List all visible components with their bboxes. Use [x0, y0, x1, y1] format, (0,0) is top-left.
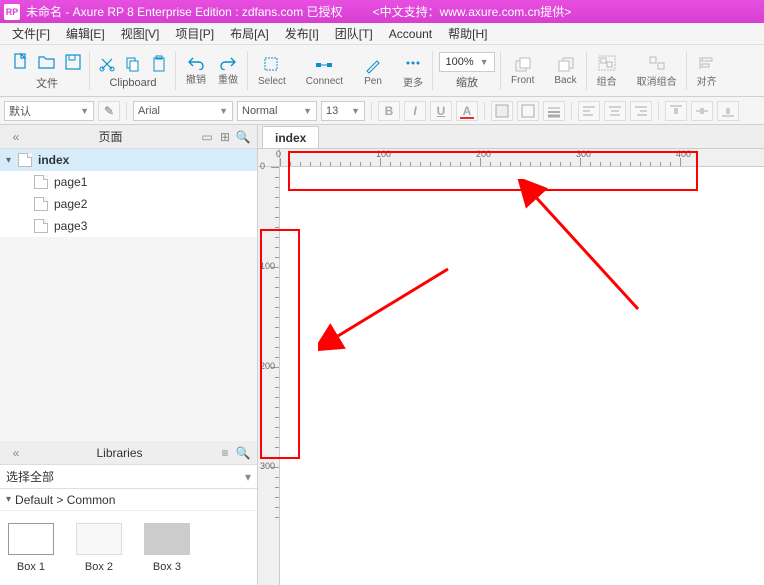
border-button[interactable] — [517, 101, 539, 121]
tree-chevron-icon[interactable]: ▾ — [6, 155, 18, 166]
pages-panel-header: « 页面 ▭ ⊞ 🔍 — [0, 125, 257, 149]
format-bar: 默认▼ ✎ Arial▼ Normal▼ 13▼ B I U A — [0, 97, 764, 125]
lib-menu-icon[interactable]: ≡ — [217, 445, 233, 461]
menu-publish[interactable]: 发布[I] — [277, 25, 327, 42]
panel-collapse-icon[interactable]: « — [8, 129, 24, 145]
align-center-button[interactable] — [604, 101, 626, 121]
align-left-button[interactable] — [578, 101, 600, 121]
search-pages-icon[interactable]: 🔍 — [235, 129, 251, 145]
menu-team[interactable]: 团队[T] — [327, 25, 381, 42]
panel-collapse-icon[interactable]: « — [8, 445, 24, 461]
weight-combo[interactable]: Normal▼ — [237, 101, 317, 121]
lib-item-box3[interactable]: Box 3 — [144, 523, 190, 573]
annotation-arrow-vruler — [318, 249, 458, 359]
menu-help[interactable]: 帮助[H] — [440, 25, 495, 42]
size-combo[interactable]: 13▼ — [321, 101, 365, 121]
page-icon — [34, 175, 48, 189]
front-button[interactable]: Front — [507, 56, 538, 86]
more-tools[interactable]: 更多 — [399, 53, 427, 89]
menu-edit[interactable]: 编辑[E] — [58, 25, 113, 42]
align-right-button[interactable] — [630, 101, 652, 121]
menu-arrange[interactable]: 布局[A] — [222, 25, 277, 42]
library-selector[interactable]: 选择全部▾ — [0, 465, 257, 489]
support-text: <中文支持：www.axure.com.cn提供> — [373, 3, 572, 20]
copy-icon[interactable] — [122, 53, 144, 75]
underline-button[interactable]: U — [430, 101, 452, 121]
cut-icon[interactable] — [96, 53, 118, 75]
page-icon — [34, 197, 48, 211]
pages-panel-title: 页面 — [24, 128, 197, 145]
page-icon — [34, 219, 48, 233]
select-tool[interactable]: Select — [254, 55, 290, 87]
toolbar: 文件 Clipboard 撤销 重做 Select Connect Pen 更多… — [0, 45, 764, 97]
lib-item-box1[interactable]: Box 1 — [8, 523, 54, 573]
menu-account[interactable]: Account — [381, 27, 440, 41]
back-button[interactable]: Back — [550, 56, 580, 86]
tree-row-page2[interactable]: page2 — [0, 193, 257, 215]
add-folder-icon[interactable]: ⊞ — [217, 129, 233, 145]
fill-color-button[interactable] — [491, 101, 513, 121]
tree-row-page1[interactable]: page1 — [0, 171, 257, 193]
toolbar-clipboard-label: Clipboard — [109, 77, 156, 89]
search-lib-icon[interactable]: 🔍 — [235, 445, 251, 461]
app-logo-icon: RP — [4, 4, 20, 20]
canvas-area: index 0100200300400 0100200300 — [258, 125, 764, 585]
menu-file[interactable]: 文件[F] — [4, 25, 58, 42]
tab-strip: index — [258, 125, 764, 149]
libraries-panel-title: Libraries — [24, 446, 215, 460]
style-combo[interactable]: 默认▼ — [4, 101, 94, 121]
zoom-input[interactable]: 100%▼ — [439, 52, 495, 72]
tree-row-page3[interactable]: page3 — [0, 215, 257, 237]
group-button[interactable]: 组合 — [593, 54, 621, 88]
ungroup-button[interactable]: 取消组合 — [633, 54, 681, 88]
tree-row-index[interactable]: ▾ index — [0, 149, 257, 171]
redo-button[interactable]: 重做 — [214, 56, 242, 86]
annotation-rect-vruler — [260, 229, 300, 459]
window-title: 未命名 - Axure RP 8 Enterprise Edition : zd… — [26, 3, 343, 20]
libraries-panel-header: « Libraries ≡ 🔍 — [0, 441, 257, 465]
pen-tool[interactable]: Pen — [359, 55, 387, 87]
canvas-tab-index[interactable]: index — [262, 126, 319, 148]
paste-icon[interactable] — [148, 53, 170, 75]
open-folder-icon[interactable] — [36, 51, 58, 73]
connect-tool[interactable]: Connect — [302, 55, 347, 87]
text-color-button[interactable]: A — [456, 101, 478, 121]
add-page-icon[interactable]: ▭ — [199, 129, 215, 145]
title-bar: RP 未命名 - Axure RP 8 Enterprise Edition :… — [0, 0, 764, 23]
menu-bar: 文件[F] 编辑[E] 视图[V] 项目[P] 布局[A] 发布[I] 团队[T… — [0, 23, 764, 45]
border-width-button[interactable] — [543, 101, 565, 121]
canvas-stage[interactable]: 0100200300400 0100200300 — [258, 149, 764, 585]
valign-bottom-button[interactable] — [717, 101, 739, 121]
toolbar-file-label: 文件 — [36, 75, 58, 91]
font-combo[interactable]: Arial▼ — [133, 101, 233, 121]
italic-button[interactable]: I — [404, 101, 426, 121]
pages-tree: ▾ index page1 page2 page3 — [0, 149, 257, 237]
save-icon[interactable] — [62, 51, 84, 73]
valign-middle-button[interactable] — [691, 101, 713, 121]
valign-top-button[interactable] — [665, 101, 687, 121]
zoom-label: 缩放 — [456, 74, 478, 90]
bold-button[interactable]: B — [378, 101, 400, 121]
undo-button[interactable]: 撤销 — [182, 56, 210, 86]
left-panel: « 页面 ▭ ⊞ 🔍 ▾ index page1 page2 page3 « L… — [0, 125, 258, 585]
menu-project[interactable]: 项目[P] — [167, 25, 222, 42]
style-paint-icon[interactable]: ✎ — [98, 101, 120, 121]
lib-item-box2[interactable]: Box 2 — [76, 523, 122, 573]
page-icon — [18, 153, 32, 167]
annotation-arrow-hruler — [508, 179, 658, 319]
new-file-icon[interactable] — [10, 51, 32, 73]
menu-view[interactable]: 视图[V] — [113, 25, 168, 42]
library-category[interactable]: ▾Default > Common — [0, 489, 257, 511]
align-button[interactable]: 对齐 — [693, 54, 721, 88]
library-items: Box 1 Box 2 Box 3 — [0, 511, 257, 585]
